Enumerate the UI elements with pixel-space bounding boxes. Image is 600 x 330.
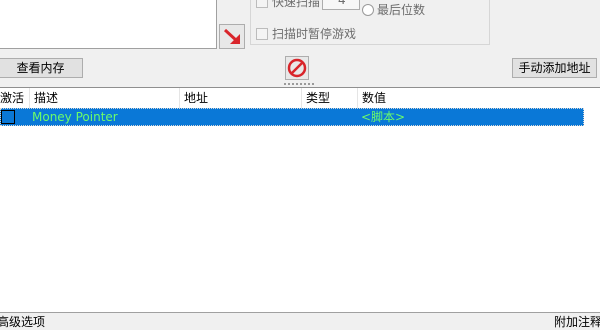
column-header-description[interactable]: 描述: [30, 88, 180, 108]
red-arrow-icon: [223, 28, 240, 44]
pause-game-label: 扫描时暂停游戏: [272, 27, 357, 41]
row-active-checkbox[interactable]: [1, 110, 15, 124]
splitter-grip[interactable]: [282, 82, 318, 86]
stop-icon: [287, 58, 307, 78]
row-description: Money Pointer: [32, 110, 118, 124]
table-extras-link[interactable]: 附加注释: [554, 314, 600, 330]
column-header-address[interactable]: 地址: [180, 88, 302, 108]
column-header-type[interactable]: 类型: [302, 88, 358, 108]
fast-scan-checkbox[interactable]: [256, 0, 268, 8]
row-value: <脚本>: [361, 110, 406, 124]
fast-scan-alignment-field[interactable]: 4: [322, 0, 360, 10]
clear-list-button[interactable]: [285, 56, 309, 80]
fast-scan-value: 4: [338, 0, 346, 7]
fast-scan-label: 快速扫描: [272, 0, 321, 9]
column-header-active[interactable]: 激活: [0, 88, 30, 108]
pause-game-checkbox[interactable]: [256, 28, 268, 40]
column-header-value[interactable]: 数值: [358, 88, 600, 108]
add-address-manually-button[interactable]: 手动添加地址: [512, 58, 597, 78]
add-to-list-button[interactable]: [219, 24, 245, 49]
last-digits-label: 最后位数: [377, 3, 426, 17]
found-addresses-list[interactable]: [0, 0, 217, 49]
advanced-options-link[interactable]: 高级选项: [0, 314, 45, 330]
view-memory-button[interactable]: 查看内存: [0, 58, 83, 78]
last-digits-radio[interactable]: [362, 4, 374, 16]
